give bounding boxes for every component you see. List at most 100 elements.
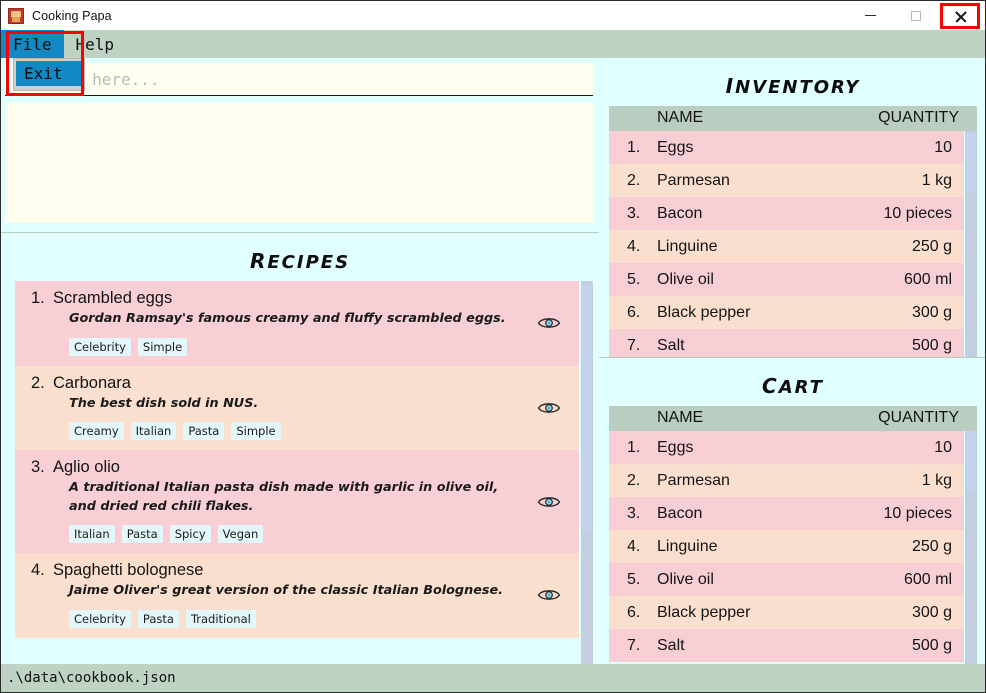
recipe-tag-list: Celebrity Pasta Traditional (69, 609, 579, 628)
recipe-tag: Spicy (169, 525, 211, 544)
cart-panel: Cart NAME QUANTITY 1. Eggs 10 2. Parmesan 1 k… (599, 358, 985, 664)
row-name: Eggs (657, 138, 694, 156)
cart-scrollbar-thumb[interactable] (966, 433, 976, 493)
row-quantity: 10 (934, 438, 952, 456)
inventory-scrollbar-thumb[interactable] (966, 133, 976, 193)
recipes-panel: Recipes 1. Scrambled eggs Gordan Ramsay's … (1, 232, 599, 664)
recipe-tag: Pasta (137, 609, 179, 628)
row-quantity: 250 g (911, 537, 952, 555)
recipe-row[interactable]: 3. Aglio olio A traditional Italian pasta … (15, 450, 579, 554)
file-menu-dropdown: Exit (13, 58, 85, 91)
status-bar-file-path: .\data\cookbook.json (7, 670, 176, 686)
recipe-description: A traditional Italian pasta dish made wi… (69, 480, 499, 514)
menu-item-exit-label: Exit (24, 64, 63, 83)
inventory-col-quantity: QUANTITY (878, 109, 959, 126)
cart-col-name: NAME (657, 409, 704, 426)
recipe-tag: Pasta (183, 422, 225, 441)
cart-scroll-area[interactable]: 1. Eggs 10 2. Parmesan 1 kg 3. Bacon 10 pieces 4.… (609, 431, 977, 664)
eye-icon[interactable] (537, 494, 561, 510)
row-index: 5. (627, 270, 641, 288)
recipe-row[interactable]: 4. Spaghetti bolognese Jaime Oliver's grea… (15, 553, 579, 638)
inventory-scrollbar[interactable] (965, 131, 977, 357)
cart-table-body: 1. Eggs 10 2. Parmesan 1 kg 3. Bacon 10 pieces 4.… (609, 431, 964, 662)
recipe-tag: Traditional (185, 609, 256, 628)
recipe-index: 3. (31, 458, 45, 477)
command-input[interactable]: command here... (5, 63, 593, 96)
left-column: command here... Recipes 1. Scrambled eggs… (1, 58, 599, 664)
row-name: Salt (657, 336, 685, 354)
row-index: 4. (627, 537, 641, 555)
table-row: 3. Bacon 10 pieces (609, 197, 964, 230)
recipe-row[interactable]: 1. Scrambled eggs Gordan Ramsay's famous c… (15, 281, 579, 366)
table-row: 2. Parmesan 1 kg (609, 464, 964, 497)
recipe-tag: Simple (137, 337, 188, 356)
row-name: Linguine (657, 537, 718, 555)
recipe-tag: Creamy (69, 422, 124, 441)
recipe-row[interactable]: 2. Carbonara The best dish sold in NUS. Cre… (15, 365, 579, 451)
table-row: 5. Olive oil 600 ml (609, 563, 964, 596)
eye-icon[interactable] (537, 400, 561, 416)
row-name: Bacon (657, 204, 703, 222)
row-quantity: 10 (934, 138, 952, 156)
row-quantity: 1 kg (921, 471, 952, 489)
inventory-panel: Inventory NAME QUANTITY 1. Eggs 10 2. Parmes… (599, 58, 985, 358)
row-quantity: 10 pieces (883, 504, 953, 522)
maximize-button[interactable] (893, 1, 939, 30)
window-title: Cooking Papa (32, 8, 112, 23)
row-index: 6. (627, 603, 641, 621)
row-quantity: 10 pieces (883, 204, 953, 222)
recipe-index: 1. (31, 289, 45, 307)
inventory-table-body: 1. Eggs 10 2. Parmesan 1 kg 3. Bacon 10 pieces 4.… (609, 131, 964, 357)
row-name: Eggs (657, 438, 694, 456)
minimize-button[interactable] (847, 1, 893, 30)
recipe-description: Gordan Ramsay's famous creamy and fluffy… (69, 311, 506, 326)
recipes-scroll-area[interactable]: 1. Scrambled eggs Gordan Ramsay's famous c… (15, 281, 593, 664)
row-quantity: 600 ml (903, 570, 952, 588)
table-row: 1. Eggs 10 (609, 431, 964, 464)
table-row: 1. Eggs 10 (609, 131, 964, 164)
close-icon (954, 10, 967, 23)
menu-item-file[interactable]: File (1, 30, 64, 58)
table-row: 7. Salt 500 g (609, 629, 964, 662)
row-index: 3. (627, 204, 641, 222)
row-quantity: 1 kg (921, 171, 952, 189)
table-row: 6. Black pepper 300 g (609, 596, 964, 629)
row-quantity: 500 g (911, 336, 952, 354)
menu-item-exit[interactable]: Exit (16, 61, 82, 86)
row-index: 4. (627, 237, 641, 255)
cart-col-quantity: QUANTITY (878, 409, 959, 426)
recipe-name: Spaghetti bolognese (53, 561, 204, 580)
command-panel: command here... (1, 58, 599, 232)
eye-icon[interactable] (537, 315, 561, 331)
inventory-col-name: NAME (657, 109, 704, 126)
recipe-tag-list: Celebrity Simple (69, 337, 579, 356)
row-name: Black pepper (657, 603, 751, 621)
recipes-scrollbar-thumb[interactable] (582, 285, 592, 533)
title-bar: Cooking Papa (1, 1, 985, 30)
close-button[interactable] (940, 3, 980, 29)
table-row: 5. Olive oil 600 ml (609, 263, 964, 296)
table-row: 3. Bacon 10 pieces (609, 497, 964, 530)
minimize-icon (864, 14, 876, 17)
recipe-tag: Celebrity (69, 609, 131, 628)
table-row: 4. Linguine 250 g (609, 230, 964, 263)
table-row: 2. Parmesan 1 kg (609, 164, 964, 197)
row-name: Bacon (657, 504, 703, 522)
menu-item-help[interactable]: Help (64, 30, 127, 58)
recipe-tag-list: Italian Pasta Spicy Vegan (69, 525, 579, 544)
recipe-tag: Italian (69, 525, 115, 544)
cart-scrollbar[interactable] (965, 431, 977, 664)
recipe-tag: Vegan (217, 525, 264, 544)
inventory-scroll-area[interactable]: 1. Eggs 10 2. Parmesan 1 kg 3. Bacon 10 pieces 4.… (609, 131, 977, 357)
row-index: 5. (627, 570, 641, 588)
recipes-scrollbar[interactable] (581, 281, 593, 664)
row-index: 3. (627, 504, 641, 522)
menu-item-file-label: File (13, 34, 52, 54)
recipe-head: 3. Aglio olio (15, 458, 579, 477)
menu-item-help-label: Help (75, 34, 115, 54)
eye-icon[interactable] (537, 587, 561, 603)
row-name: Parmesan (657, 171, 730, 189)
recipe-tag: Italian (130, 422, 177, 441)
recipe-description: Jaime Oliver's great version of the clas… (69, 583, 504, 599)
recipe-index: 2. (31, 373, 45, 392)
